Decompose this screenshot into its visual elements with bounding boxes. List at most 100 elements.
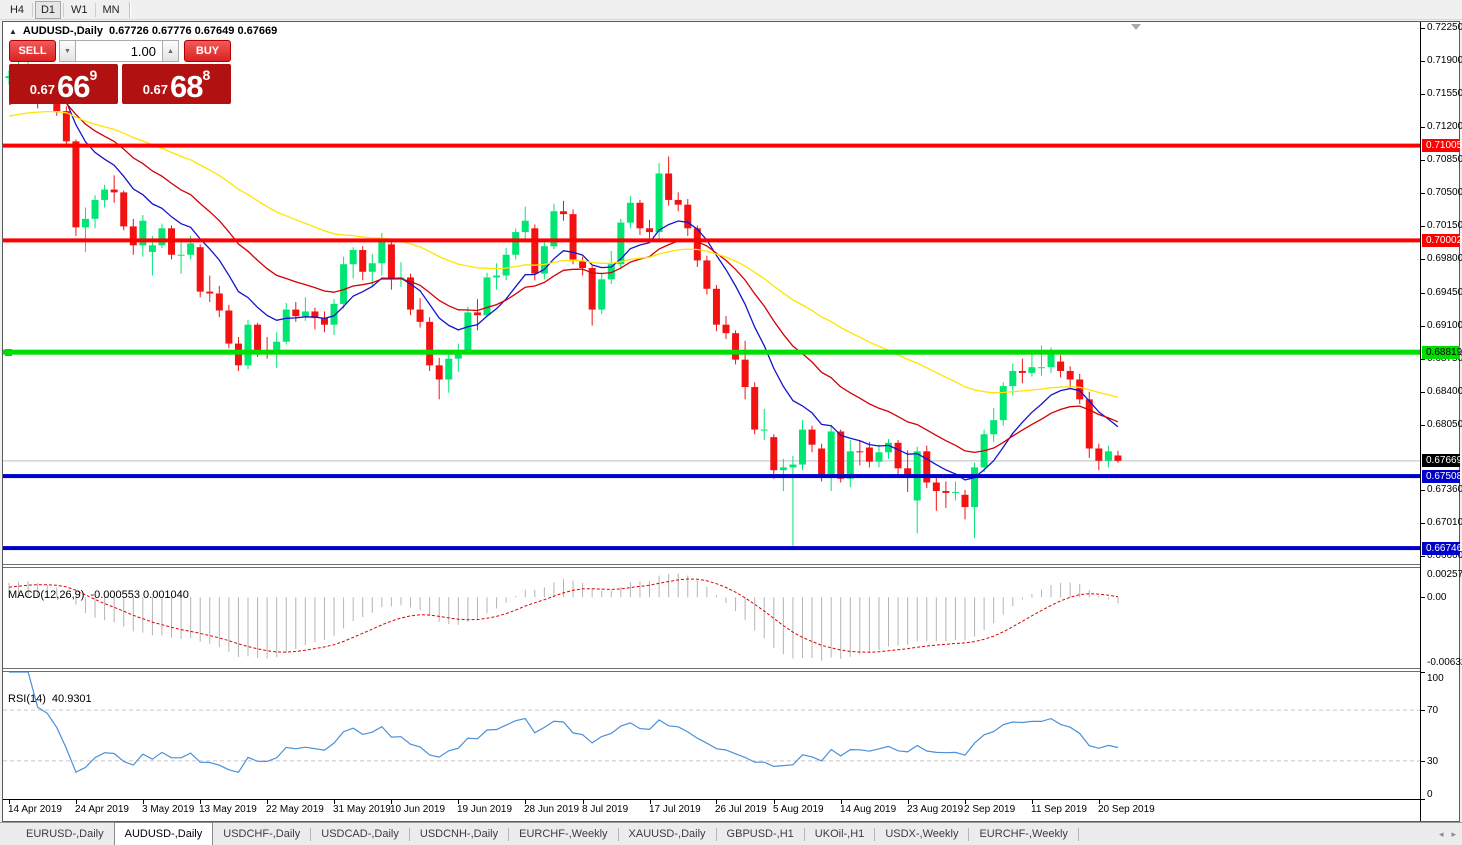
price-axis-label: 0.71550 xyxy=(1427,88,1462,99)
toolbar-separator xyxy=(128,1,131,18)
tab-scroll-left-icon[interactable]: ◂ xyxy=(1439,829,1444,840)
price-axis-label: 0.67010 xyxy=(1427,517,1462,528)
chart-tab-xauusd-daily[interactable]: XAUUSD-,Daily xyxy=(619,823,716,845)
toolbar-separator xyxy=(63,2,64,17)
date-axis-label: 24 Apr 2019 xyxy=(75,804,129,815)
date-axis-label: 19 Jun 2019 xyxy=(457,804,513,815)
one-click-trade-panel: SELL ▼ ▲ BUY 0.67 66 9 0.67 xyxy=(9,40,231,104)
price-axis-tick xyxy=(1421,523,1425,524)
price-axis-tick xyxy=(1421,259,1425,260)
one-click-collapse-icon[interactable]: ▲ xyxy=(9,27,17,36)
price-axis-tick xyxy=(1421,425,1425,426)
price-axis-tick xyxy=(1421,293,1425,294)
ask-main: 68 xyxy=(170,68,203,104)
timeframe-toolbar: H4 D1 W1 MN xyxy=(0,0,1462,20)
date-axis[interactable]: 14 Apr 2019 24 Apr 2019 3 May 2019 13 May 2… xyxy=(3,800,1459,821)
price-axis-label: 0.71200 xyxy=(1427,121,1462,132)
chart-tab-ukoil-h1[interactable]: UKOil-,H1 xyxy=(805,823,875,845)
price-axis-tick xyxy=(1421,160,1425,161)
price-axis-tick xyxy=(1421,94,1425,95)
mt4-terminal: H4 D1 W1 MN ▲ AUDUSD-,Daily 0.67726 0.67776… xyxy=(0,0,1462,845)
macd-scale-zero: 0.00 xyxy=(1427,592,1447,603)
date-axis-label: 14 Apr 2019 xyxy=(8,804,62,815)
chart-tab-usdcnh-daily[interactable]: USDCNH-,Daily xyxy=(410,823,508,845)
rsi-title: RSI(14) xyxy=(8,693,46,705)
macd-scale-max: 0.002574 xyxy=(1427,569,1462,580)
date-axis-label: 20 Sep 2019 xyxy=(1098,804,1155,815)
rsi-scale-label: 30 xyxy=(1427,756,1439,767)
price-axis-tick xyxy=(1421,490,1425,491)
price-axis-label: 0.69800 xyxy=(1427,253,1462,264)
tf-button-w1[interactable]: W1 xyxy=(66,1,93,19)
rsi-axis-tick xyxy=(1421,710,1425,711)
date-axis-label: 23 Aug 2019 xyxy=(907,804,964,815)
macd-canvas[interactable] xyxy=(3,568,1420,668)
chart-tab-eurusd-daily[interactable]: EURUSD-,Daily xyxy=(16,823,114,845)
tab-scroll-right-icon[interactable]: ▸ xyxy=(1451,829,1456,840)
price-axis-tick xyxy=(1421,127,1425,128)
chart-tab-eurchf-weekly[interactable]: EURCHF-,Weekly xyxy=(969,823,1077,845)
ask-quote[interactable]: 0.67 68 8 xyxy=(122,64,231,104)
price-axis-tick xyxy=(1421,28,1425,29)
price-axis-label: 0.70850 xyxy=(1427,154,1462,165)
tf-button-h4[interactable]: H4 xyxy=(4,1,30,19)
macd-title: MACD(12,26,9) xyxy=(8,589,85,601)
ohlc-values: 0.67726 0.67776 0.67649 0.67669 xyxy=(109,25,278,37)
rsi-scale-label: 70 xyxy=(1427,705,1439,716)
price-axis-tick xyxy=(1421,326,1425,327)
pane-divider[interactable] xyxy=(3,668,1459,672)
chart-tab-eurchf-weekly[interactable]: EURCHF-,Weekly xyxy=(509,823,617,845)
volume-input[interactable] xyxy=(76,40,162,62)
price-axis-label: 0.70500 xyxy=(1427,187,1462,198)
ask-pip: 8 xyxy=(202,67,211,83)
date-axis-label: 10 Jun 2019 xyxy=(390,804,446,815)
price-badge: 0.67669 xyxy=(1422,454,1462,467)
tab-separator xyxy=(1077,827,1079,841)
buy-button[interactable]: BUY xyxy=(184,40,231,62)
price-badge: 0.68819 xyxy=(1422,346,1462,359)
price-axis-label: 0.67360 xyxy=(1427,484,1462,495)
chart-tab-usdx-weekly[interactable]: USDX-,Weekly xyxy=(875,823,968,845)
macd-label: MACD(12,26,9) -0.000553 0.001040 xyxy=(8,589,189,601)
tf-button-d1[interactable]: D1 xyxy=(35,0,61,19)
chart-tab-usdcad-daily[interactable]: USDCAD-,Daily xyxy=(311,823,409,845)
volume-decrease-icon[interactable]: ▼ xyxy=(59,40,76,62)
chart-tab-usdchf-daily[interactable]: USDCHF-,Daily xyxy=(213,823,310,845)
date-axis-label: 3 May 2019 xyxy=(142,804,195,815)
rsi-axis-tick xyxy=(1421,799,1425,800)
chart-shift-marker-icon[interactable] xyxy=(1131,24,1141,30)
chart-tab-audusd-daily[interactable]: AUDUSD-,Daily xyxy=(113,822,214,845)
volume-increase-icon[interactable]: ▲ xyxy=(162,40,179,62)
date-axis-label: 22 May 2019 xyxy=(266,804,324,815)
tab-scroll-arrows: ◂ ▸ xyxy=(1439,823,1456,845)
pane-divider[interactable] xyxy=(3,564,1459,568)
bid-quote[interactable]: 0.67 66 9 xyxy=(9,64,118,104)
ask-prefix: 0.67 xyxy=(142,82,169,97)
price-axis[interactable]: 0.72250 0.71900 0.71550 0.71200 0.70850 0.705… xyxy=(1420,22,1462,821)
hline-anchor-marker[interactable] xyxy=(5,349,12,356)
rsi-value: 40.9301 xyxy=(51,693,92,705)
rsi-canvas[interactable] xyxy=(3,672,1420,799)
date-axis-label: 11 Sep 2019 xyxy=(1031,804,1087,815)
price-axis-tick xyxy=(1421,61,1425,62)
chart-plot-area[interactable]: ▲ AUDUSD-,Daily 0.67726 0.67776 0.67649 … xyxy=(3,22,1420,821)
price-axis-tick xyxy=(1421,392,1425,393)
bid-main: 66 xyxy=(57,68,90,104)
sell-button[interactable]: SELL xyxy=(9,40,56,62)
price-axis-label: 0.72250 xyxy=(1427,22,1462,33)
date-axis-label: 31 May 2019 xyxy=(333,804,391,815)
rsi-axis-tick xyxy=(1421,761,1425,762)
price-axis-label: 0.68050 xyxy=(1427,419,1462,430)
bid-prefix: 0.67 xyxy=(29,82,56,97)
price-axis-label: 0.68400 xyxy=(1427,386,1462,397)
price-axis-tick xyxy=(1421,359,1425,360)
chart-tab-gbpusd-h1[interactable]: GBPUSD-,H1 xyxy=(717,823,804,845)
date-axis-label: 28 Jun 2019 xyxy=(524,804,580,815)
price-axis-tick xyxy=(1421,193,1425,194)
date-axis-label: 14 Aug 2019 xyxy=(840,804,897,815)
chart-window: ▲ AUDUSD-,Daily 0.67726 0.67776 0.67649 … xyxy=(2,21,1462,822)
volume-stepper: ▼ ▲ xyxy=(59,40,181,62)
price-badge: 0.70002 xyxy=(1422,234,1462,247)
tf-button-mn[interactable]: MN xyxy=(98,1,125,19)
price-badge: 0.67508 xyxy=(1422,470,1462,483)
